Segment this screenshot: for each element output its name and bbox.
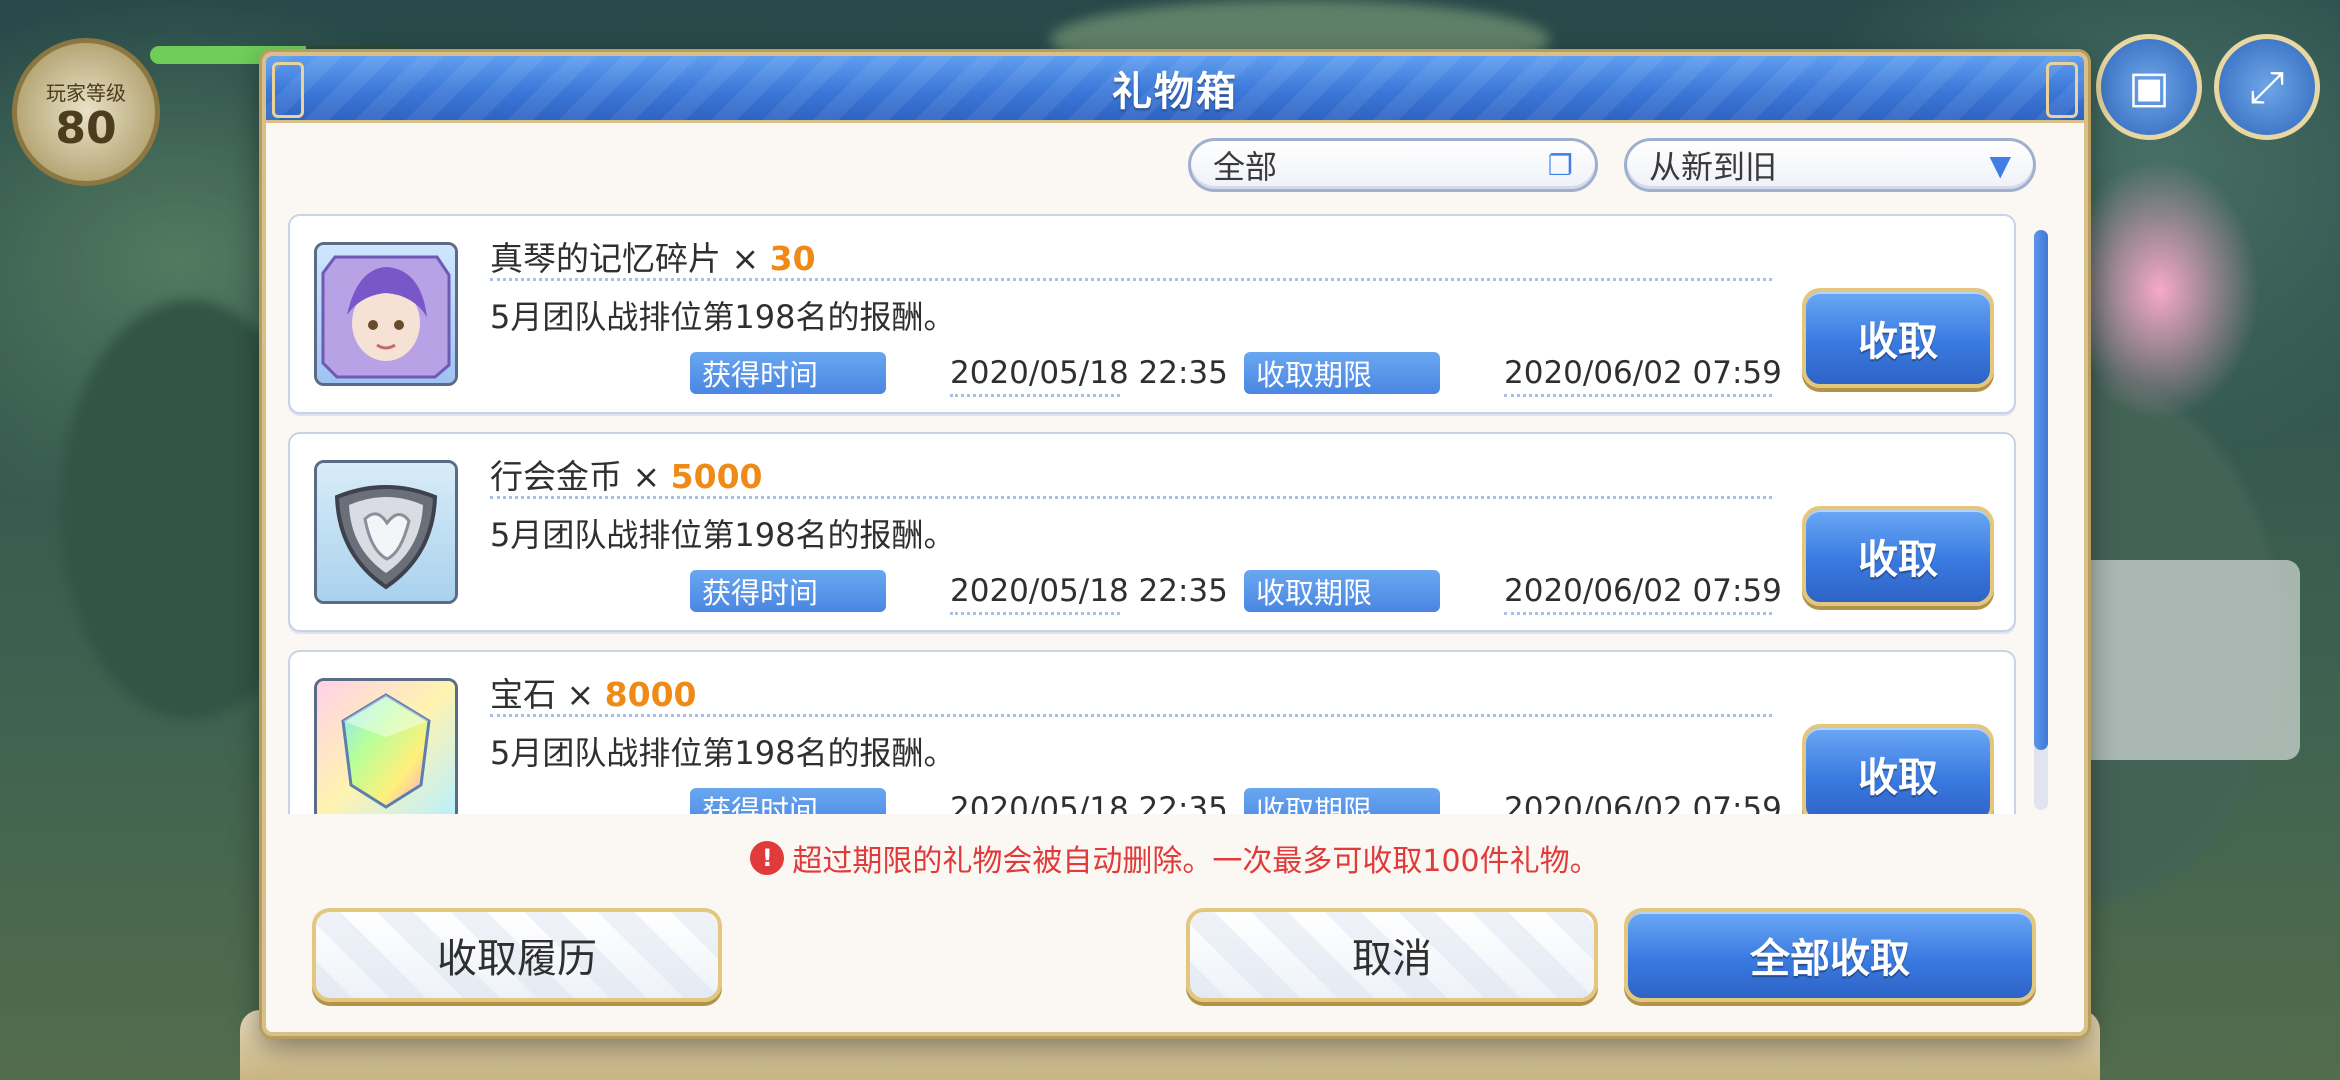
player-level-badge: 玩家等级 80: [12, 38, 160, 186]
obtained-time-label: 获得时间: [690, 570, 886, 612]
claim-button[interactable]: 收取: [1802, 288, 1994, 388]
filter-dropdown[interactable]: 全部 ❐: [1188, 138, 1598, 192]
obtained-time-value: 2020/05/18 22:35: [950, 573, 1228, 609]
guild-coin-icon: [314, 460, 458, 604]
filter-dropdown-value: 全部: [1213, 148, 1278, 186]
sort-dropdown-value: 从新到旧: [1649, 148, 1778, 186]
player-level-label: 玩家等级: [46, 80, 126, 105]
panel-icon: ▣: [2128, 61, 2170, 113]
obtained-time-value: 2020/05/18 22:35: [950, 791, 1228, 814]
obtained-time-value: 2020/05/18 22:35: [950, 355, 1228, 391]
deadline-value: 2020/06/02 07:59: [1504, 355, 1782, 391]
triangle-down-icon: ▼: [1989, 148, 2011, 182]
warning-icon: !: [750, 841, 785, 875]
deadline-value: 2020/06/02 07:59: [1504, 573, 1782, 609]
obtained-time-label: 获得时间: [690, 352, 886, 394]
corner-ornament-left: [272, 62, 304, 118]
sort-dropdown[interactable]: 从新到旧 ▼: [1624, 138, 2036, 192]
gift-item: 行会金币 × 5000 5月团队战排位第198名的报酬。 获得时间 2020/0…: [288, 432, 2016, 632]
times-sign: ×: [632, 457, 661, 496]
gift-quantity: 5000: [670, 457, 763, 496]
gift-item: 真琴的记忆碎片 × 30 5月团队战排位第198名的报酬。 获得时间 2020/…: [288, 214, 2016, 414]
expand-icon: ⤢: [2249, 61, 2285, 113]
obtained-time-label: 获得时间: [690, 788, 886, 814]
deadline-value: 2020/06/02 07:59: [1504, 791, 1782, 814]
divider: [950, 612, 1120, 615]
list-scrollbar[interactable]: [2034, 230, 2048, 810]
player-level-value: 80: [55, 102, 117, 154]
gift-name-text: 行会金币: [490, 457, 622, 496]
deadline-label: 收取期限: [1244, 352, 1440, 394]
gift-name: 宝石 × 8000: [490, 668, 697, 716]
gift-name-text: 真琴的记忆碎片: [490, 239, 721, 278]
corner-ornament-right: [2046, 62, 2078, 118]
cancel-button[interactable]: 取消: [1186, 908, 1598, 1002]
divider: [1504, 612, 1772, 615]
divider: [1504, 394, 1772, 397]
gift-list[interactable]: 真琴的记忆碎片 × 30 5月团队战排位第198名的报酬。 获得时间 2020/…: [288, 214, 2028, 814]
scrollbar-thumb[interactable]: [2034, 230, 2048, 750]
deadline-label: 收取期限: [1244, 570, 1440, 612]
notice-text: 超过期限的礼物会被自动删除。一次最多可收取100件礼物。: [792, 844, 1600, 879]
gem-icon: [314, 678, 458, 814]
fullscreen-round-button[interactable]: ⤢: [2214, 34, 2320, 140]
deadline-label: 收取期限: [1244, 788, 1440, 814]
notice-message: ! 超过期限的礼物会被自动删除。一次最多可收取100件礼物。: [266, 836, 2084, 880]
divider: [490, 496, 1772, 499]
times-sign: ×: [566, 675, 595, 714]
dialog-header: 礼物箱: [266, 56, 2084, 123]
menu-round-button[interactable]: ▣: [2096, 34, 2202, 140]
character-portrait-icon: [314, 242, 458, 386]
divider: [490, 278, 1772, 281]
gift-name: 真琴的记忆碎片 × 30: [490, 232, 816, 280]
gift-quantity: 30: [769, 239, 816, 278]
gift-quantity: 8000: [604, 675, 697, 714]
claim-button[interactable]: 收取: [1802, 506, 1994, 606]
claim-history-button[interactable]: 收取履历: [312, 908, 722, 1002]
times-sign: ×: [731, 239, 760, 278]
claim-button[interactable]: 收取: [1802, 724, 1994, 814]
dialog-title: 礼物箱: [1112, 69, 1238, 115]
gift-description: 5月团队战排位第198名的报酬。: [490, 516, 956, 554]
event-banner[interactable]: [2060, 160, 2260, 420]
gift-description: 5月团队战排位第198名的报酬。: [490, 298, 956, 336]
claim-all-button[interactable]: 全部收取: [1624, 908, 2036, 1002]
gift-description: 5月团队战排位第198名的报酬。: [490, 734, 956, 772]
gift-item: 宝石 × 8000 5月团队战排位第198名的报酬。 获得时间 2020/05/…: [288, 650, 2016, 814]
gift-box-dialog: 礼物箱 全部 ❐ 从新到旧 ▼ 真琴的记忆碎片 × 30 5月团队战排位第198…: [262, 52, 2088, 1036]
stack-icon: ❐: [1547, 148, 1573, 182]
gift-name-text: 宝石: [490, 675, 556, 714]
gift-name: 行会金币 × 5000: [490, 450, 763, 498]
divider: [950, 394, 1120, 397]
divider: [490, 714, 1772, 717]
